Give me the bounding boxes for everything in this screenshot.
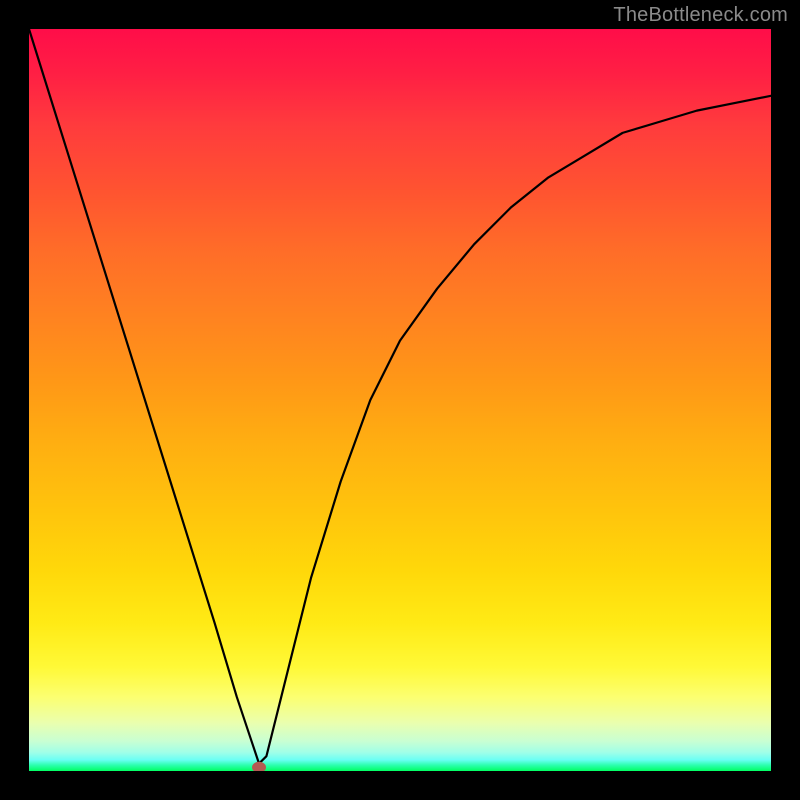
chart-series-curve	[29, 29, 771, 764]
chart-frame: TheBottleneck.com	[0, 0, 800, 800]
chart-plot-area	[29, 29, 771, 771]
chart-svg	[29, 29, 771, 771]
chart-marker	[253, 762, 266, 771]
watermark-text: TheBottleneck.com	[613, 4, 788, 27]
